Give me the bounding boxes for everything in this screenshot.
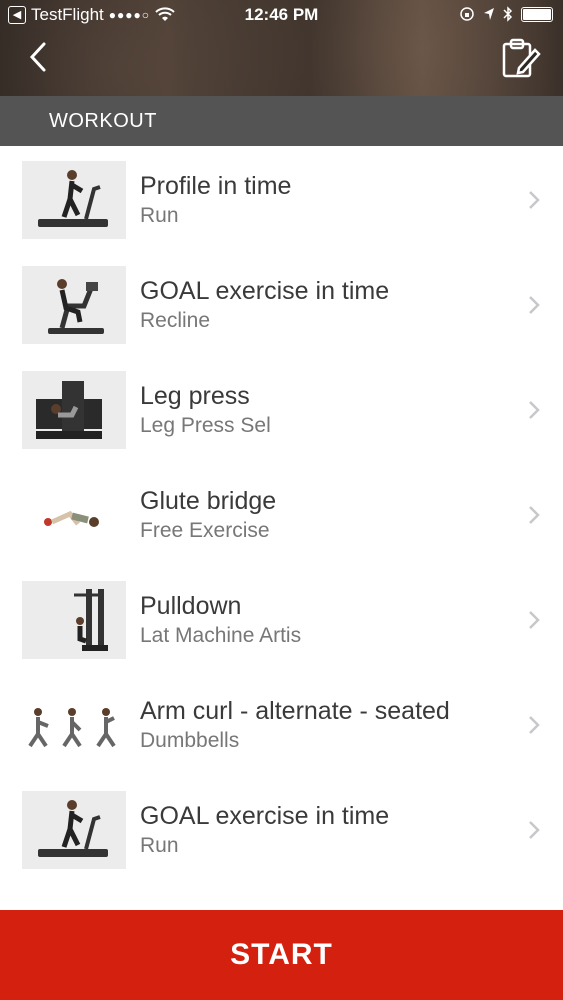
list-item[interactable]: Leg press Leg Press Sel [0,356,563,461]
exercise-thumbnail [22,791,126,869]
chevron-right-icon [529,611,540,629]
list-item[interactable]: GOAL exercise in time Run [0,776,563,881]
location-icon [484,8,494,20]
exercise-subtitle: Recline [140,309,211,332]
start-button[interactable]: START [0,910,563,1000]
list-item[interactable]: GOAL exercise in time Recline [0,251,563,356]
exercise-thumbnail [22,371,126,449]
chevron-right-icon [529,506,540,524]
list-item[interactable]: Arm curl - alternate - seated Dumbbells [0,671,563,776]
battery-icon [521,6,553,22]
exercise-subtitle: Free Exercise [140,519,270,542]
status-bar: ◀ TestFlight ●●●●○ 12:46 PM [0,0,563,30]
chevron-right-icon [529,296,540,314]
exercise-subtitle: Leg Press Sel [140,414,271,437]
exercise-title: Profile in time [140,172,292,200]
chevron-right-icon [529,821,540,839]
chevron-right-icon [529,716,540,734]
exercise-title: GOAL exercise in time [140,277,390,305]
exercise-subtitle: Dumbbells [140,729,240,752]
list-item[interactable]: Glute bridge Free Exercise [0,461,563,566]
chevron-left-icon [29,42,46,72]
back-button[interactable] [24,40,54,74]
section-title: WORKOUT [49,110,157,132]
notes-button[interactable] [501,38,541,80]
exercise-thumbnail [22,266,126,344]
exercise-subtitle: Run [140,204,179,227]
exercise-thumbnail [22,686,126,764]
bluetooth-icon [503,6,513,22]
exercise-subtitle: Run [140,834,179,857]
exercise-thumbnail [22,581,126,659]
section-header: WORKOUT [0,96,563,146]
exercise-title: GOAL exercise in time [140,802,390,830]
exercise-thumbnail [22,476,126,554]
chevron-right-icon [529,191,540,209]
exercise-subtitle: Lat Machine Artis [140,624,302,647]
start-button-label: START [230,938,333,971]
exercise-list[interactable]: Profile in time Run GOAL exercise in tim… [0,146,563,910]
exercise-title: Glute bridge [140,487,277,515]
clipboard-edit-icon [502,38,541,78]
exercise-title: Arm curl - alternate - seated [140,697,450,725]
exercise-thumbnail [22,161,126,239]
exercise-title: Leg press [140,382,250,410]
list-item[interactable]: Profile in time Run [0,146,563,251]
lock-rotation-icon [460,7,474,21]
exercise-title: Pulldown [140,592,242,620]
list-item[interactable]: Pulldown Lat Machine Artis [0,566,563,671]
chevron-right-icon [529,401,540,419]
